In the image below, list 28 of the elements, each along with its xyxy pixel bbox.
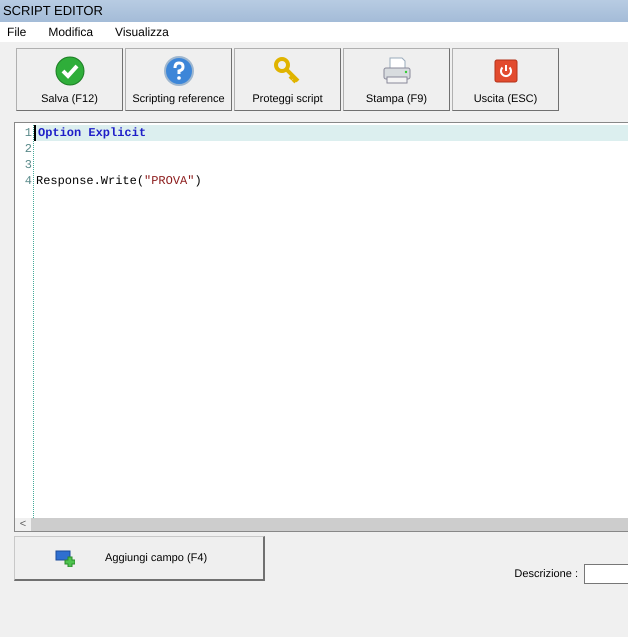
line-number: 2 [24,141,32,157]
code-token: Option Explicit [38,125,146,141]
code-editor[interactable]: 1 2 3 4 Option Explicit Response.Write("PROVA") < [14,122,628,532]
line-number: 4 [24,173,32,189]
horizontal-scrollbar[interactable]: < [15,518,628,531]
add-field-button[interactable]: Aggiungi campo (F4) [14,536,265,581]
toolbar-button[interactable]: Uscita (ESC) [452,48,559,111]
check-icon [54,56,84,86]
toolbar-button[interactable]: Stampa (F9) [343,48,450,111]
code-token: ) [194,173,202,189]
menu-item[interactable]: File [3,23,30,41]
help-icon [164,56,194,86]
printer-icon [380,56,412,86]
description-field[interactable] [584,564,628,584]
code-token: Response.Write( [36,173,144,189]
line-number: 3 [24,157,32,173]
add-field-icon [55,549,75,567]
menu-item[interactable]: Visualizza [111,23,173,41]
toolbar-button[interactable]: Scripting reference [125,48,232,111]
toolbar-button[interactable]: Proteggi script [234,48,341,111]
scroll-left-button[interactable]: < [15,518,31,531]
power-icon [494,59,518,83]
code-token: "PROVA" [144,173,194,189]
line-number: 1 [24,125,32,141]
description-label: Descrizione : [514,566,578,582]
toolbar-button[interactable]: Salva (F12) [16,48,123,111]
menu-item[interactable]: Modifica [44,23,98,41]
window-title: SCRIPT EDITOR [3,2,103,20]
